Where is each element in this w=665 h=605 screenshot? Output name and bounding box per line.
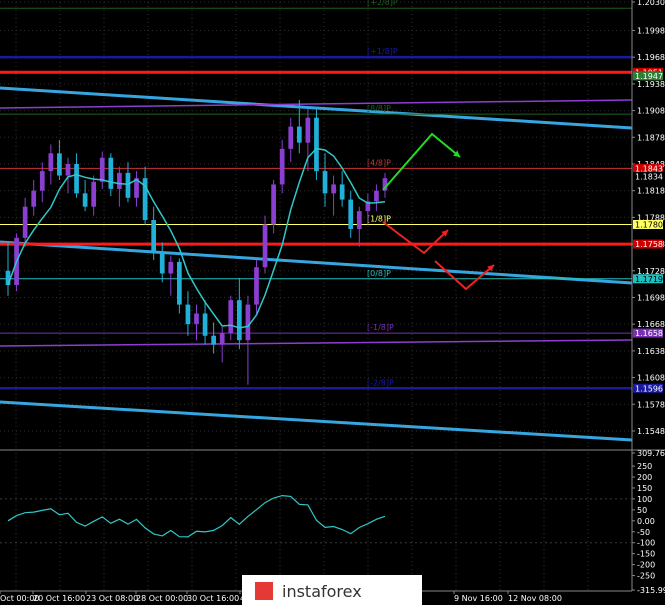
- candle-body: [39, 171, 45, 191]
- cci-tick-label: 100: [637, 495, 652, 504]
- cci-tick-label: -100: [637, 539, 655, 548]
- candle-body: [228, 300, 234, 334]
- price-tag-label: 1.1719: [635, 275, 663, 284]
- level-label: [+2/8]P: [367, 0, 398, 7]
- price-tag-label: 1.1758: [635, 240, 663, 249]
- price-tag-label: 1.1947: [635, 72, 663, 81]
- candle-body: [322, 171, 328, 194]
- cci-tick-label: -50: [637, 528, 650, 537]
- candle-body: [74, 163, 79, 194]
- cci-tick-label: -250: [637, 572, 655, 581]
- candle-body: [211, 335, 216, 345]
- candle-body: [296, 126, 302, 143]
- price-tick-label: 1.1698: [637, 293, 665, 302]
- candle-body: [331, 184, 336, 194]
- candle-body: [279, 148, 285, 185]
- price-tick-label: 1.1998: [637, 26, 665, 35]
- candle-body: [254, 267, 259, 305]
- candle-body: [262, 224, 268, 268]
- candle-body: [271, 184, 276, 225]
- time-tick-label: 12 Nov 08:00: [508, 594, 562, 603]
- time-tick-label: 9 Nov 16:00: [454, 594, 503, 603]
- price-tick-label: 1.1818: [637, 187, 665, 196]
- candle-body: [91, 181, 97, 207]
- candle-body: [356, 211, 362, 229]
- candle-body: [117, 172, 122, 189]
- price-tag-label: 1.1658: [635, 329, 663, 338]
- time-tick-label: 23 Oct 08:00: [86, 594, 138, 603]
- price-tick-label: 1.1578: [637, 400, 665, 409]
- candle-body: [288, 126, 294, 149]
- candle-body: [168, 261, 174, 274]
- candle-body: [108, 157, 114, 189]
- level-label: [4/8]P: [367, 158, 391, 167]
- price-tick-label: 1.2030: [637, 0, 665, 7]
- price-tag-label: 1.1596: [635, 384, 663, 393]
- level-label: [-2/8]P: [367, 378, 394, 387]
- candle-body: [348, 199, 354, 229]
- time-tick-label: 20 Oct 16:00: [33, 594, 85, 603]
- cci-tick-label: -200: [637, 561, 655, 570]
- candle-body: [305, 117, 311, 143]
- price-tag-label: 1.1834: [635, 172, 663, 181]
- chart-window: [+2/8]P [+1/8]P [8/8]P [4/8]P [1/8]P [0/8]P [-…: [0, 0, 665, 605]
- price-chart: [+2/8]P [+1/8]P [8/8]P [4/8]P [1/8]P [0/8]P [-…: [0, 0, 665, 605]
- price-tick-label: 1.1968: [637, 53, 665, 62]
- cci-tick-label: 0.00: [637, 517, 655, 526]
- candle-body: [177, 261, 182, 305]
- candle-body: [202, 313, 208, 336]
- candle-body: [194, 313, 199, 325]
- candle-body: [159, 252, 165, 274]
- candle-body: [339, 184, 345, 200]
- candle-body: [65, 163, 71, 176]
- time-tick-label: 28 Oct 00:00: [136, 594, 188, 603]
- candle-body: [22, 206, 28, 238]
- candle-body: [245, 304, 251, 341]
- level-label: [1/8]P: [367, 215, 391, 224]
- candle-body: [374, 190, 379, 202]
- price-tick-label: 1.1878: [637, 133, 665, 142]
- price-tick-label: 1.1938: [637, 80, 665, 89]
- cci-tick-label: 250: [637, 462, 652, 471]
- level-label: [0/8]P: [367, 269, 391, 278]
- candle-body: [314, 117, 319, 172]
- candle-body: [236, 300, 242, 341]
- cci-panel: 309.7635 250 200 150 100 50 0.00 -50 -100 -150 -20…: [0, 449, 665, 595]
- candle-body: [48, 153, 54, 172]
- level-label: [+1/8]P: [367, 47, 398, 56]
- candle-body: [31, 190, 37, 207]
- price-tick-label: 1.1638: [637, 347, 665, 356]
- candle-body: [125, 172, 131, 198]
- cci-tick-label: 150: [637, 484, 652, 493]
- level-label: [-1/8]P: [367, 323, 394, 332]
- candle-body: [57, 153, 62, 176]
- time-tick-label: 30 Oct 16:00: [187, 594, 239, 603]
- price-tag-label: 1.1780: [635, 221, 663, 230]
- cci-tick-label: 50: [637, 506, 647, 515]
- price-tick-label: 1.1608: [637, 374, 665, 383]
- candle-body: [185, 304, 191, 325]
- cci-line: [7, 494, 386, 538]
- cci-tick-label: -150: [637, 550, 655, 559]
- candle-body: [99, 157, 105, 182]
- price-tick-label: 1.1908: [637, 107, 665, 116]
- watermark-logo: [255, 582, 273, 600]
- price-tick-label: 1.1548: [637, 427, 665, 436]
- candle-body: [219, 333, 225, 345]
- cci-tick-label: 309.7635: [637, 449, 665, 458]
- level-label: [8/8]P: [367, 104, 391, 113]
- price-tags: 1.19511.19471.18431.18341.17801.17581.17…: [633, 67, 663, 393]
- price-tick-label: 1.1668: [637, 320, 665, 329]
- candle-body: [151, 220, 157, 253]
- watermark-text: instaforex: [282, 582, 362, 601]
- cci-tick-label: -315.9900: [637, 586, 665, 595]
- candle-body: [82, 193, 88, 207]
- instaforex-watermark: instaforex: [242, 575, 422, 605]
- cci-tick-label: 200: [637, 473, 652, 482]
